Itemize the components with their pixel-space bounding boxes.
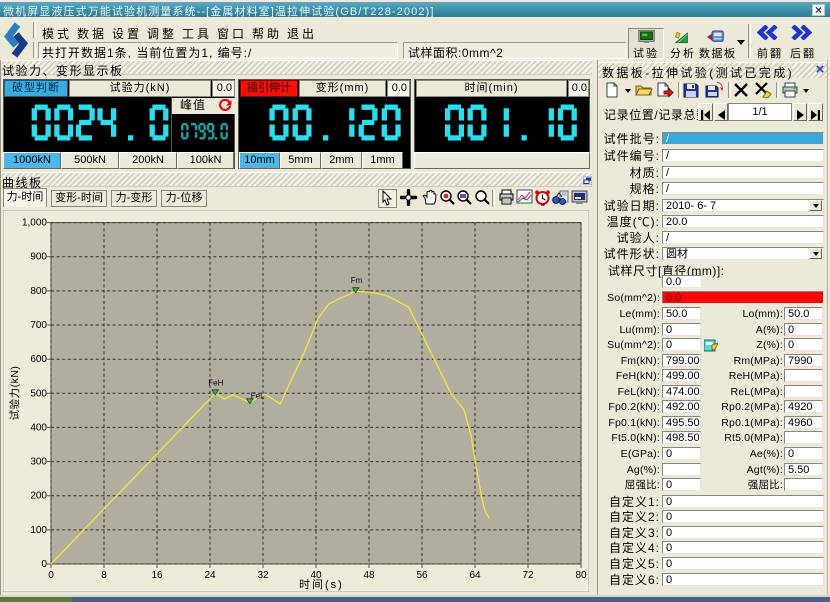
svg-text:1,000: 1,000 bbox=[22, 218, 47, 229]
svg-text:400: 400 bbox=[30, 422, 47, 433]
svg-text:300: 300 bbox=[30, 457, 47, 468]
svg-text:900: 900 bbox=[30, 252, 47, 263]
svg-text:24: 24 bbox=[204, 570, 216, 581]
svg-text:32: 32 bbox=[257, 570, 269, 581]
svg-text:8: 8 bbox=[101, 570, 107, 581]
svg-text:200: 200 bbox=[30, 491, 47, 502]
svg-text:500: 500 bbox=[30, 388, 47, 399]
svg-text:0: 0 bbox=[41, 559, 47, 570]
svg-text:72: 72 bbox=[522, 570, 534, 581]
svg-text:FeL: FeL bbox=[251, 391, 265, 400]
svg-text:Fm: Fm bbox=[351, 276, 363, 285]
svg-text:64: 64 bbox=[469, 570, 481, 581]
svg-text:0: 0 bbox=[48, 570, 54, 581]
svg-text:80: 80 bbox=[575, 570, 587, 581]
svg-text:试验力(kN): 试验力(kN) bbox=[8, 366, 21, 421]
svg-text:时间(s): 时间(s) bbox=[299, 578, 344, 591]
svg-text:56: 56 bbox=[416, 570, 428, 581]
svg-text:800: 800 bbox=[30, 286, 47, 297]
svg-text:100: 100 bbox=[30, 525, 47, 536]
svg-text:700: 700 bbox=[30, 320, 47, 331]
svg-text:600: 600 bbox=[30, 354, 47, 365]
svg-text:48: 48 bbox=[363, 570, 375, 581]
svg-text:FeH: FeH bbox=[208, 378, 223, 387]
svg-text:16: 16 bbox=[151, 570, 163, 581]
